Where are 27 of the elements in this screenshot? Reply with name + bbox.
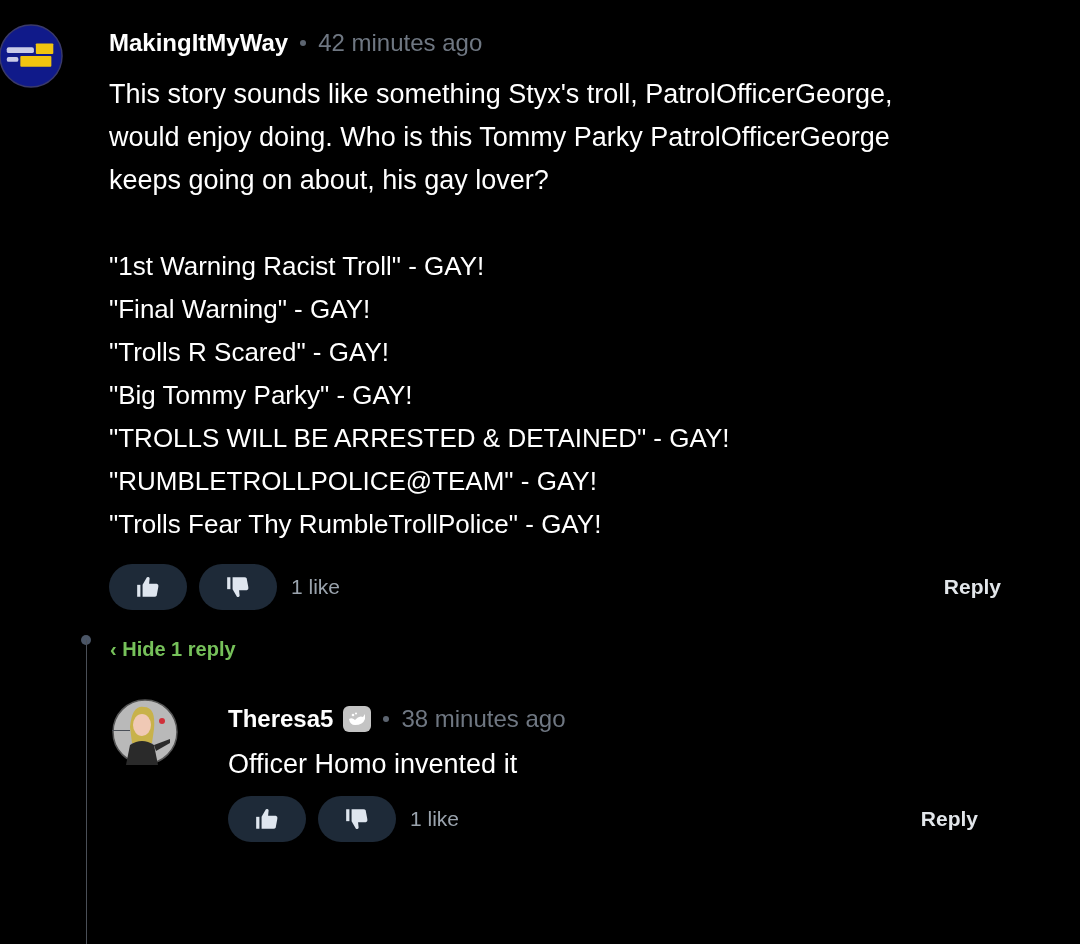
reply-button[interactable]: Reply — [920, 807, 978, 831]
thumbs-down-icon — [344, 806, 370, 832]
hide-replies-link[interactable]: ‹ Hide 1 reply — [110, 638, 236, 661]
like-count: 1 like — [291, 575, 341, 599]
comment-line: "Big Tommy Parky" - GAY! — [109, 379, 413, 412]
thumbs-up-icon — [135, 574, 161, 600]
like-count: 1 like — [410, 807, 460, 831]
reply-button[interactable]: Reply — [943, 575, 1001, 599]
comment-line: "RUMBLETROLLPOLICE@TEAM" - GAY! — [109, 465, 597, 498]
comment-line: "TROLLS WILL BE ARRESTED & DETAINED" - GAY! — [109, 422, 730, 455]
timestamp: 42 minutes ago — [318, 29, 483, 57]
dislike-button[interactable] — [318, 796, 396, 842]
comment-text: Officer Homo invented it — [228, 748, 519, 781]
comment-line: "Trolls R Scared" - GAY! — [109, 336, 389, 369]
timestamp: 38 minutes ago — [401, 705, 566, 733]
like-button[interactable] — [228, 796, 306, 842]
thumbs-down-icon — [225, 574, 251, 600]
username[interactable]: MakingItMyWay — [109, 29, 289, 57]
comment-text: This story sounds like something Styx's troll, PatrolOfficerGeorge, would enjoy doing. Who is this Tommy Parky PatrolOfficerGeorge keeps going on about, his gay lover? — [109, 78, 894, 197]
username[interactable]: Theresa5 — [228, 705, 334, 733]
comment-line: "Trolls Fear Thy RumbleTrollPolice" - GAY! — [109, 508, 602, 541]
thread-branch-line — [112, 730, 130, 731]
dislike-button[interactable] — [199, 564, 277, 610]
comment-line: "1st Warning Racist Troll" - GAY! — [109, 250, 485, 283]
like-button[interactable] — [109, 564, 187, 610]
thumbs-up-icon — [254, 806, 280, 832]
comment-line: "Final Warning" - GAY! — [109, 293, 371, 326]
